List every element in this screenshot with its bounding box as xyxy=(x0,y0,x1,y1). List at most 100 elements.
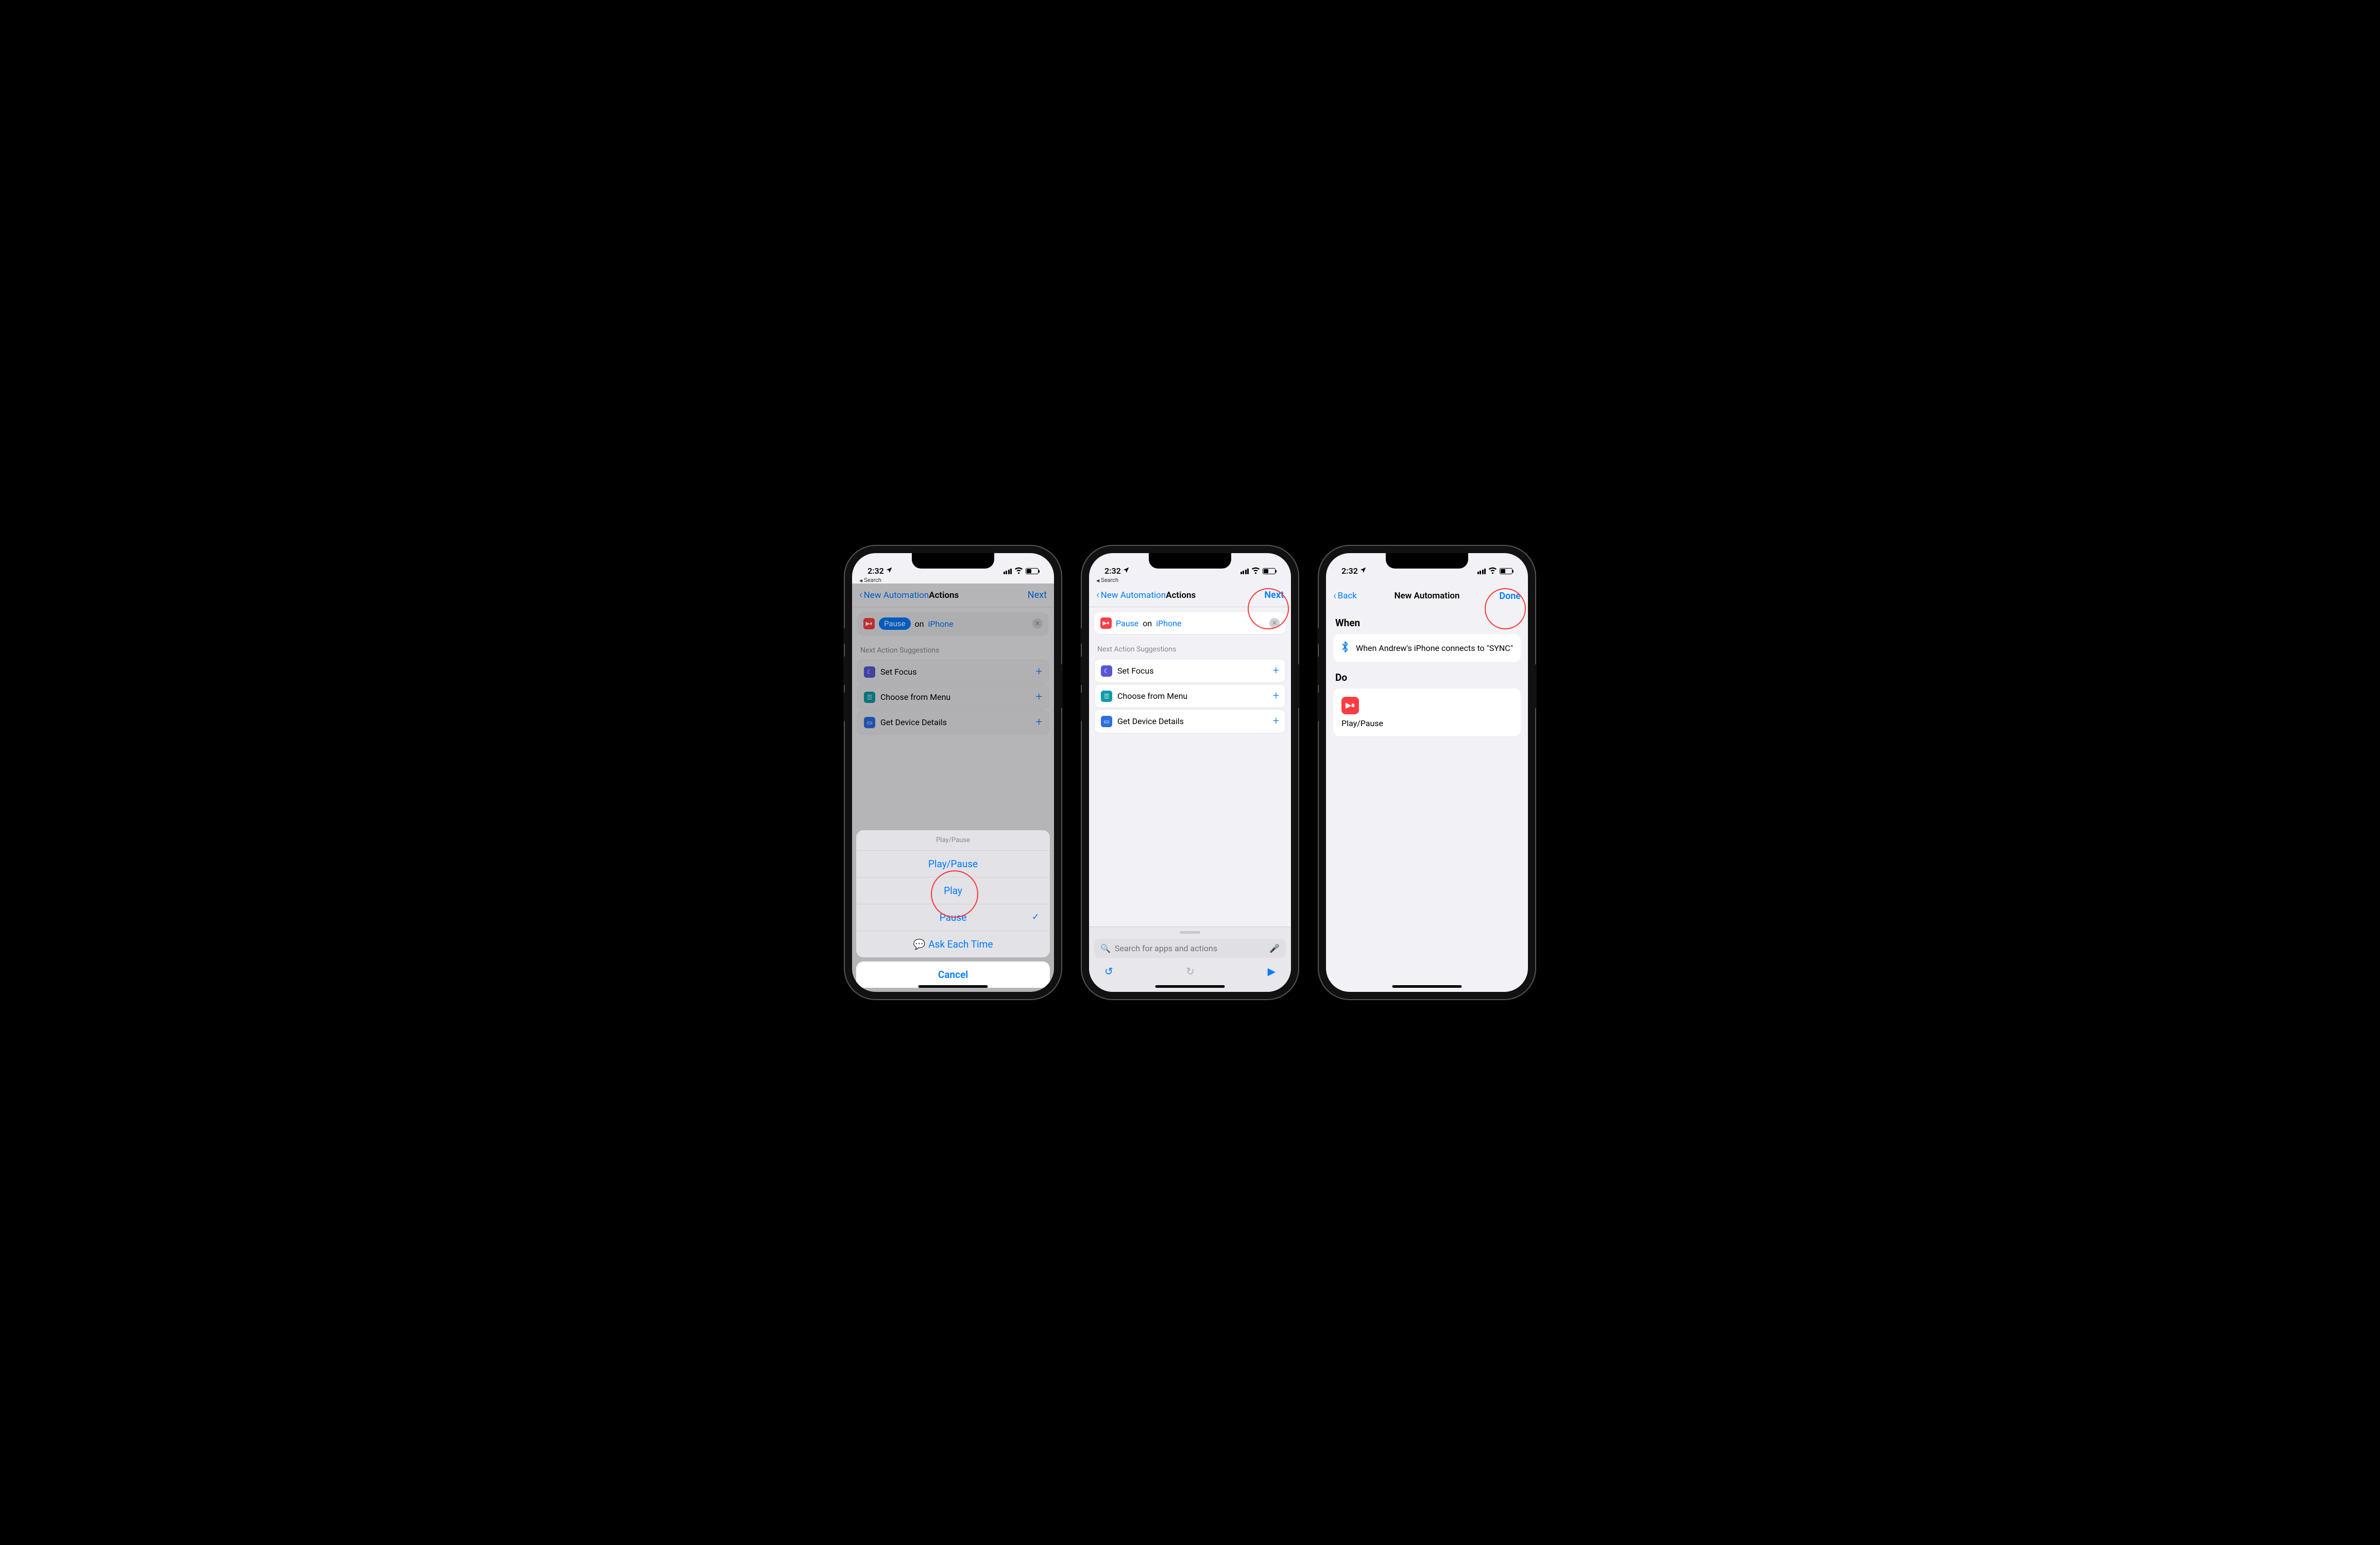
notch xyxy=(1149,553,1231,569)
suggestions-header: Next Action Suggestions xyxy=(852,640,1054,659)
when-header: When xyxy=(1326,608,1528,634)
when-text: When Andrew's iPhone connects to "SYNC" xyxy=(1356,643,1513,653)
do-card[interactable]: ▶︎⏸ Play/Pause xyxy=(1333,689,1521,736)
nav-back-label: New Automation xyxy=(864,590,929,600)
back-to-app[interactable]: Search xyxy=(1089,577,1291,583)
nav-back-label: New Automation xyxy=(1101,590,1166,600)
location-icon xyxy=(1359,566,1367,576)
plus-icon[interactable]: + xyxy=(1036,716,1042,729)
suggestion-label: Get Device Details xyxy=(1117,716,1184,726)
do-header: Do xyxy=(1326,662,1528,689)
sheet-option-ask[interactable]: 💬Ask Each Time xyxy=(856,931,1050,957)
suggestions-header: Next Action Suggestions xyxy=(1089,639,1291,658)
plus-icon[interactable]: + xyxy=(1273,664,1279,677)
when-card[interactable]: When Andrew's iPhone connects to "SYNC" xyxy=(1333,634,1521,662)
device-icon: ▭ xyxy=(1101,716,1112,727)
sheet-cancel-button[interactable]: Cancel xyxy=(856,962,1050,988)
wifi-icon xyxy=(1251,566,1260,576)
home-indicator[interactable] xyxy=(1392,985,1462,988)
suggestion-label: Set Focus xyxy=(1117,666,1153,676)
search-input[interactable] xyxy=(1115,943,1265,953)
device-token[interactable]: iPhone xyxy=(928,619,953,629)
plus-icon[interactable]: + xyxy=(1036,665,1042,678)
mic-icon[interactable]: 🎤 xyxy=(1269,943,1280,953)
on-label: on xyxy=(915,619,924,629)
suggestion-device-details[interactable]: ▭ Get Device Details + xyxy=(1094,709,1286,733)
state-pill[interactable]: Pause xyxy=(879,617,911,630)
cellular-icon xyxy=(1004,569,1012,574)
clear-icon[interactable]: ✕ xyxy=(1269,618,1280,628)
suggestion-label: Get Device Details xyxy=(880,717,947,727)
nav-title: Actions xyxy=(929,590,995,600)
back-to-app[interactable]: Search xyxy=(852,577,1054,583)
nav-next-button[interactable]: Next xyxy=(995,590,1047,600)
sheet-title: Play/Pause xyxy=(856,830,1050,851)
notch xyxy=(912,553,994,569)
play-pause-app-icon: ▶︎⏸ xyxy=(863,618,875,629)
focus-icon: ☾ xyxy=(864,666,875,678)
nav-back-label: Back xyxy=(1338,591,1357,601)
suggestion-label: Choose from Menu xyxy=(880,692,950,702)
plus-icon[interactable]: + xyxy=(1273,690,1279,702)
menu-icon: ☰ xyxy=(1101,691,1112,702)
suggestion-label: Set Focus xyxy=(880,667,916,677)
action-sheet: Play/Pause Play/Pause Play Pause ✓ 💬Ask … xyxy=(852,826,1054,992)
wifi-icon xyxy=(1488,566,1497,576)
state-token[interactable]: Pause xyxy=(1116,619,1138,628)
phone-frame-2: 2:32 Search ‹ New Automation Actions Nex… xyxy=(1082,546,1298,999)
status-time: 2:32 xyxy=(1341,566,1358,576)
on-label: on xyxy=(1143,619,1152,628)
undo-icon[interactable]: ↺ xyxy=(1104,965,1113,977)
chevron-left-icon: ‹ xyxy=(859,589,863,602)
search-field[interactable]: 🔍 🎤 xyxy=(1094,939,1286,958)
focus-icon: ☾ xyxy=(1101,665,1112,677)
cellular-icon xyxy=(1240,569,1249,574)
nav-done-button[interactable]: Done xyxy=(1469,591,1521,602)
suggestion-device-details[interactable]: ▭ Get Device Details + xyxy=(857,710,1049,734)
location-icon xyxy=(1123,566,1130,576)
battery-icon xyxy=(1263,568,1276,574)
chevron-left-icon: ‹ xyxy=(1096,589,1100,602)
suggestion-set-focus[interactable]: ☾ Set Focus + xyxy=(857,660,1049,684)
home-indicator[interactable] xyxy=(919,985,988,988)
location-icon xyxy=(886,566,893,576)
status-time: 2:32 xyxy=(1104,566,1121,576)
home-indicator[interactable] xyxy=(1155,985,1225,988)
device-token[interactable]: iPhone xyxy=(1156,619,1181,628)
sheet-option-pause[interactable]: Pause ✓ xyxy=(856,904,1050,931)
menu-icon: ☰ xyxy=(864,692,875,703)
suggestion-set-focus[interactable]: ☾ Set Focus + xyxy=(1094,659,1286,683)
play-pause-app-icon: ▶︎⏸ xyxy=(1100,617,1112,629)
do-label: Play/Pause xyxy=(1341,718,1512,728)
nav-back-button[interactable]: ‹ New Automation xyxy=(1096,589,1166,602)
cellular-icon xyxy=(1477,569,1486,574)
suggestion-choose-menu[interactable]: ☰ Choose from Menu + xyxy=(1094,684,1286,708)
action-card[interactable]: ▶︎⏸ Pause on iPhone ✕ xyxy=(1094,612,1286,634)
bluetooth-icon xyxy=(1340,641,1350,655)
nav-title: New Automation xyxy=(1385,591,1469,601)
plus-icon[interactable]: + xyxy=(1273,715,1279,728)
sheet-option-play[interactable]: Play xyxy=(856,878,1050,904)
nav-bar: ‹ Back New Automation Done xyxy=(1326,584,1528,608)
phone-frame-3: 2:32 ‹ Back New Automation Done When xyxy=(1319,546,1535,999)
plus-icon[interactable]: + xyxy=(1036,691,1042,703)
device-icon: ▭ xyxy=(864,717,875,728)
nav-bar: ‹ New Automation Actions Next xyxy=(852,583,1054,607)
search-icon: 🔍 xyxy=(1100,943,1111,953)
battery-icon xyxy=(1500,568,1512,574)
battery-icon xyxy=(1026,568,1039,574)
action-card[interactable]: ▶︎⏸ Pause on iPhone ✕ xyxy=(857,612,1049,635)
play-pause-app-icon: ▶︎⏸ xyxy=(1341,697,1359,714)
play-icon[interactable]: ▶ xyxy=(1268,965,1276,977)
suggestion-choose-menu[interactable]: ☰ Choose from Menu + xyxy=(857,685,1049,709)
nav-back-button[interactable]: ‹ Back xyxy=(1333,590,1385,603)
clear-icon[interactable]: ✕ xyxy=(1032,619,1043,629)
nav-back-button[interactable]: ‹ New Automation xyxy=(859,589,929,602)
nav-bar: ‹ New Automation Actions Next xyxy=(1089,583,1291,607)
wifi-icon xyxy=(1014,566,1023,576)
sheet-option-play-pause[interactable]: Play/Pause xyxy=(856,851,1050,878)
drag-handle[interactable] xyxy=(1180,931,1200,934)
nav-next-button[interactable]: Next xyxy=(1232,590,1284,600)
chevron-left-icon: ‹ xyxy=(1333,590,1337,603)
nav-title: Actions xyxy=(1166,590,1232,600)
